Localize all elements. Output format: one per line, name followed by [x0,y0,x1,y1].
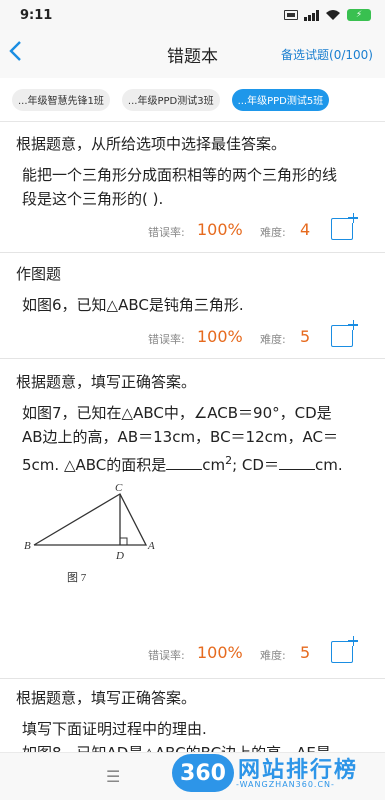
add-to-candidates-icon[interactable] [331,213,358,240]
question-text: 能把一个三角形分成面积相等的两个三角形的线 段是这个三角形的( ). [22,163,362,211]
question-card[interactable]: 根据题意，从所给选项中选择最佳答案。 能把一个三角形分成面积相等的两个三角形的线… [0,123,385,253]
class-tabs: ...年级智慧先锋1班 ...年级PPD测试3班 ...年级PPD测试5班 [0,78,385,122]
difficulty-label: 难度: [260,226,286,239]
error-rate-label: 错误率: [148,226,185,239]
figure-label: C [115,482,123,494]
answer-blank [166,456,203,470]
battery-charging-icon: ⚡ [347,9,371,21]
watermark-logo: 360 [172,754,234,792]
question-line: 段是这个三角形的( ). [22,190,164,208]
add-to-candidates-icon[interactable] [331,320,358,347]
question-line: 如图6，已知△ABC是钝角三角形. [22,296,244,314]
question-type: 作图题 [16,265,62,283]
question-card[interactable]: 作图题 如图6，已知△ABC是钝角三角形. 错误率: 100% 难度: 5 [0,253,385,358]
tab-class-1[interactable]: ...年级智慧先锋1班 [12,88,110,111]
app-header: 错题本 备选试题(0/100) [0,30,385,78]
figure-label: B [24,540,31,552]
figure-caption: 图 7 [67,571,87,584]
difficulty-value: 4 [300,220,311,239]
question-stats: 错误率: 100% 难度: 5 [0,320,385,351]
question-stats: 错误率: 100% 难度: 4 [0,213,385,244]
difficulty-label: 难度: [260,649,286,662]
error-rate-label: 错误率: [148,649,185,662]
question-text: 如图7，已知在△ABC中，∠ACB＝90°，CD是 AB边上的高，AB＝13cm… [22,401,362,477]
question-type: 根据题意，填写正确答案。 [16,689,197,707]
difficulty-label: 难度: [260,333,286,346]
menu-icon[interactable]: ☰ [106,767,120,786]
question-card[interactable]: 根据题意，填写正确答案。 填写下面证明过程中的理由. 如图8，已知AD是△ABC… [0,679,385,752]
error-rate-value: 100% [197,643,243,662]
tab-class-2[interactable]: ...年级PPD测试3班 [121,88,220,111]
question-line: AB边上的高，AB＝13cm，BC＝12cm，AC＝ [22,428,338,446]
tab-class-3[interactable]: ...年级PPD测试5班 [231,88,330,111]
question-type: 根据题意，从所给选项中选择最佳答案。 [16,135,287,153]
question-stats: 错误率: 100% 难度: 5 [0,636,385,667]
watermark-url: -WANGZHAN360.CN- [236,780,335,789]
difficulty-value: 5 [300,643,311,662]
question-text: 填写下面证明过程中的理由. 如图8，已知AD是△ABC的BC边上的高，AE是 [22,717,362,752]
question-line: 能把一个三角形分成面积相等的两个三角形的线 [22,166,338,184]
signal-icon [304,9,319,21]
question-line: 填写下面证明过程中的理由. [22,720,207,738]
figure-label: D [115,550,124,562]
status-icons: ⚡ [284,9,371,21]
question-type: 根据题意，填写正确答案。 [16,373,197,391]
wifi-icon [326,10,340,20]
candidate-questions-button[interactable]: 备选试题(0/100) [281,46,373,63]
add-to-candidates-icon[interactable] [331,636,358,663]
triangle-figure: C B D A 图 7 [24,482,155,584]
error-rate-value: 100% [197,220,243,239]
question-text: 如图6，已知△ABC是钝角三角形. [22,293,362,317]
error-rate-label: 错误率: [148,333,185,346]
question-card[interactable]: 根据题意，填写正确答案。 如图7，已知在△ABC中，∠ACB＝90°，CD是 A… [0,359,385,679]
question-line: 如图7，已知在△ABC中，∠ACB＝90°，CD是 [22,404,332,422]
status-bar: 9:11 ⚡ [0,0,385,30]
figure-label: A [147,540,155,552]
status-time: 9:11 [20,7,53,23]
question-line: 5cm. △ABC的面积是 cm2; CD＝ cm. [22,454,343,474]
sim-icon [284,10,298,20]
difficulty-value: 5 [300,327,311,346]
error-rate-value: 100% [197,327,243,346]
question-line: 如图8，已知AD是△ABC的BC边上的高，AE是 [22,741,362,752]
answer-blank [278,456,315,470]
